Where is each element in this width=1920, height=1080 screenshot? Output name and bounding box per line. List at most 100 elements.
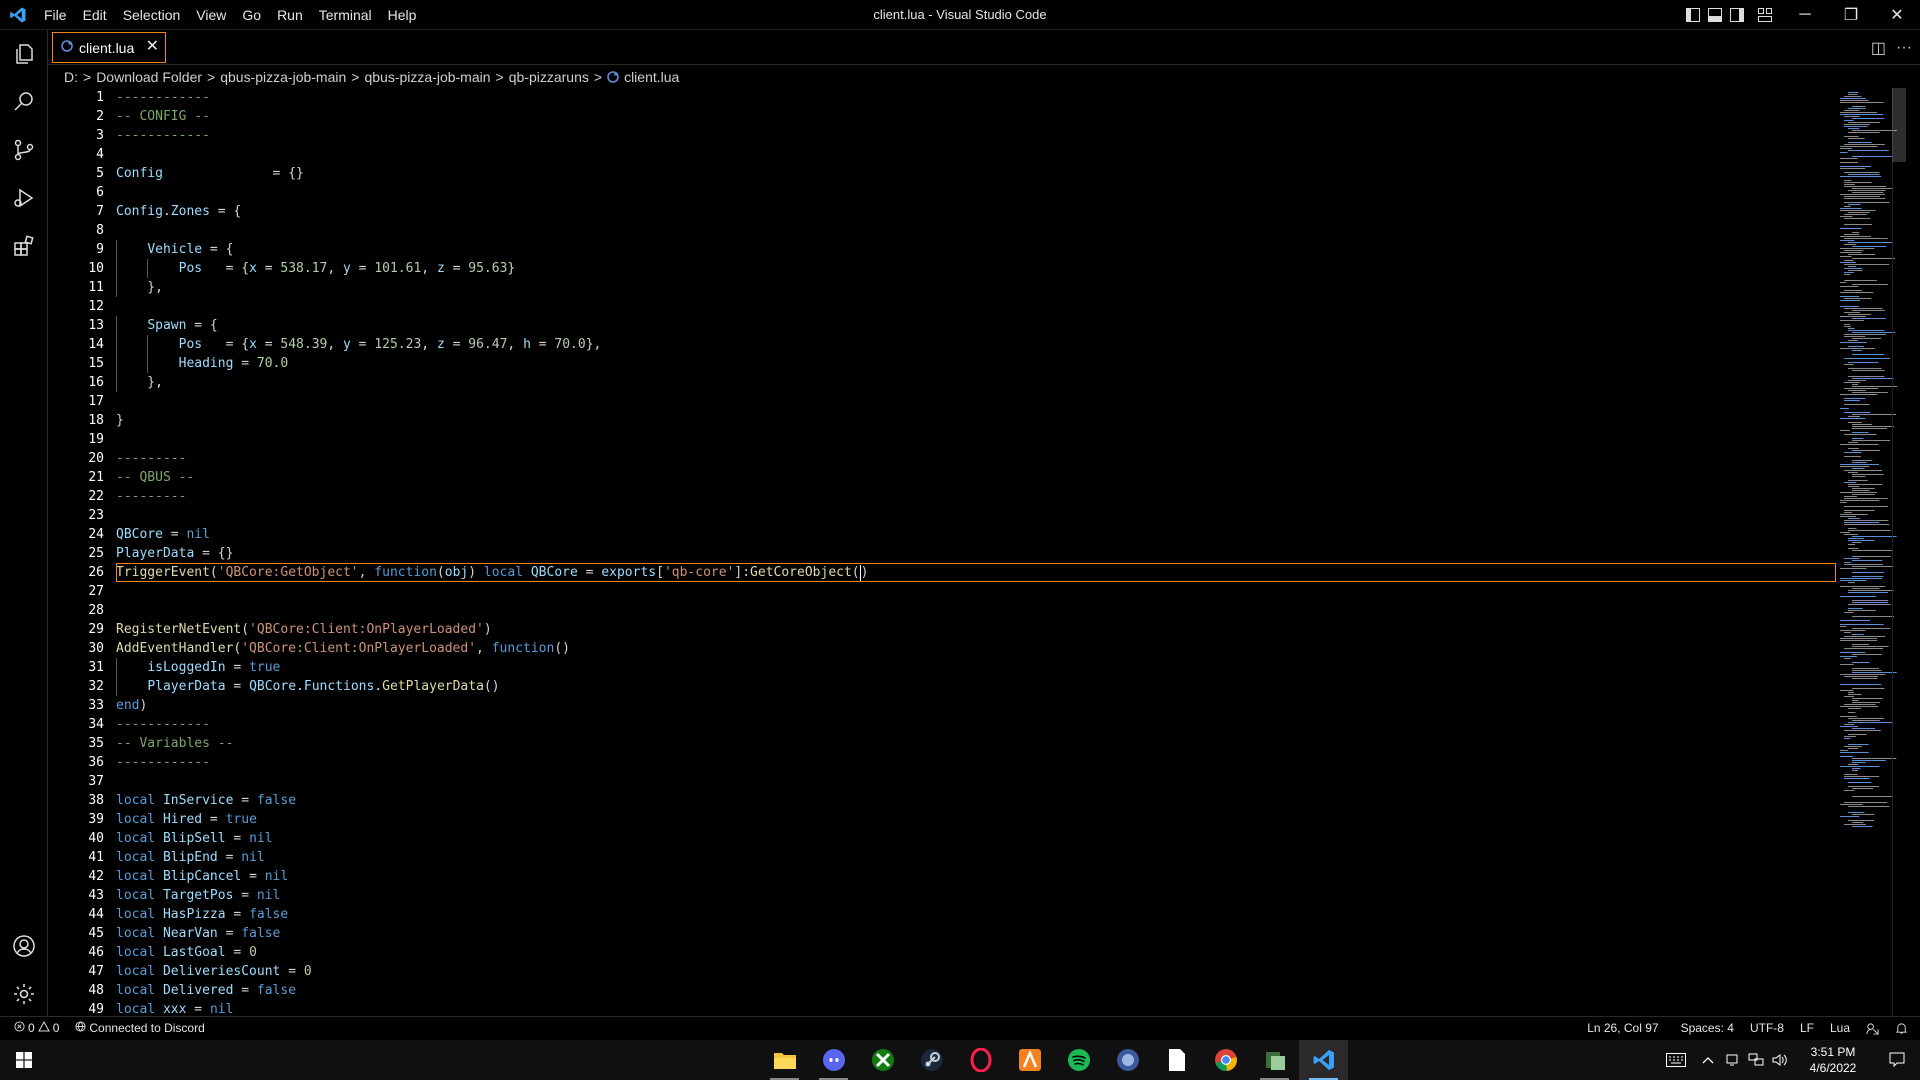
menu-help[interactable]: Help [380,0,425,30]
vertical-scrollbar[interactable] [1892,88,1906,1016]
code-line[interactable]: Pos = {x = 548.39, y = 125.23, z = 96.47… [116,335,1836,354]
encoding[interactable]: UTF-8 [1742,1017,1792,1039]
chrome-icon[interactable] [1201,1040,1250,1080]
code-line[interactable]: local Hired = true [116,810,1836,829]
menu-terminal[interactable]: Terminal [311,0,380,30]
cursor-position[interactable]: Ln 26, Col 97 [1579,1017,1672,1039]
code-line[interactable]: Spawn = { [116,316,1836,335]
app-icon[interactable] [1103,1040,1152,1080]
close-window-button[interactable]: ✕ [1874,0,1920,30]
code-line[interactable]: local TargetPos = nil [116,886,1836,905]
code-line[interactable]: } [116,411,1836,430]
chevron-up-icon[interactable] [1696,1040,1720,1080]
customize-layout-icon[interactable] [1748,0,1782,30]
code-line[interactable]: RegisterNetEvent('QBCore:Client:OnPlayer… [116,620,1836,639]
scrollbar-thumb[interactable] [1892,88,1906,162]
code-line[interactable]: local BlipEnd = nil [116,848,1836,867]
discord-status[interactable]: Connected to Discord [67,1017,212,1039]
settings-gear-icon[interactable] [0,970,48,1018]
code-line[interactable]: local Delivered = false [116,981,1836,1000]
action-center-icon[interactable] [1874,1040,1920,1080]
spotify-icon[interactable] [1054,1040,1103,1080]
code-line[interactable]: local NearVan = false [116,924,1836,943]
app-icon[interactable] [1250,1040,1299,1080]
code-editor[interactable]: 1 2 3 4 5 6 7 8 9 10 11 12 13 14 15 16 17 18 19 20 21 22 23 24 2… [48,88,1906,1016]
breadcrumb-item[interactable]: qb-pizzaruns [509,69,589,85]
live-share-icon[interactable] [1858,1017,1887,1039]
code-line[interactable] [116,297,1836,316]
steam-icon[interactable] [907,1040,956,1080]
code-line[interactable]: Config = {} [116,164,1836,183]
network-icon[interactable] [1744,1040,1768,1080]
file-explorer-icon[interactable] [760,1040,809,1080]
code-line[interactable]: PlayerData = {} [116,544,1836,563]
menu-go[interactable]: Go [234,0,269,30]
code-line[interactable] [116,392,1836,411]
code-line[interactable]: local DeliveriesCount = 0 [116,962,1836,981]
code-line[interactable]: TriggerEvent('QBCore:GetObject', functio… [116,563,1836,582]
code-line[interactable] [116,430,1836,449]
menu-run[interactable]: Run [269,0,311,30]
vscode-icon[interactable] [1299,1040,1348,1080]
code-line[interactable]: Config.Zones = { [116,202,1836,221]
code-line[interactable]: local BlipCancel = nil [116,867,1836,886]
code-line[interactable]: AddEventHandler('QBCore:Client:OnPlayerL… [116,639,1836,658]
code-line[interactable]: QBCore = nil [116,525,1836,544]
breadcrumb-item[interactable]: qbus-pizza-job-main [220,69,346,85]
source-control-icon[interactable] [0,126,48,174]
notifications-bell-icon[interactable] [1887,1017,1920,1039]
extensions-icon[interactable] [0,222,48,270]
code-line[interactable] [116,772,1836,791]
breadcrumb-item[interactable]: qbus-pizza-job-main [364,69,490,85]
xbox-icon[interactable] [858,1040,907,1080]
indentation[interactable]: Spaces: 4 [1673,1017,1742,1039]
tab-client-lua[interactable]: client.lua ✕ [52,32,166,63]
code-line[interactable] [116,506,1836,525]
code-line[interactable]: local InService = false [116,791,1836,810]
maximize-button[interactable]: ❐ [1828,0,1874,30]
code-line[interactable]: }, [116,278,1836,297]
run-debug-icon[interactable] [0,174,48,222]
code-line[interactable]: Pos = {x = 538.17, y = 101.61, z = 95.63… [116,259,1836,278]
code-line[interactable]: ------------ [116,753,1836,772]
code-line[interactable]: end) [116,696,1836,715]
code-line[interactable]: ------------ [116,126,1836,145]
tab-close-button[interactable]: ✕ [146,38,159,56]
app-icon[interactable] [1005,1040,1054,1080]
menu-selection[interactable]: Selection [115,0,189,30]
code-line[interactable]: PlayerData = QBCore.Functions.GetPlayerD… [116,677,1836,696]
menu-view[interactable]: View [188,0,234,30]
toggle-panel-icon[interactable] [1704,0,1726,30]
minimize-button[interactable]: ─ [1782,0,1828,30]
breadcrumb-item[interactable]: D: [64,69,78,85]
code-line[interactable] [116,582,1836,601]
code-line[interactable]: -- CONFIG -- [116,107,1836,126]
code-line[interactable]: -- Variables -- [116,734,1836,753]
code-line[interactable]: --------- [116,449,1836,468]
keyboard-icon[interactable] [1656,1040,1696,1080]
notepad-icon[interactable] [1152,1040,1201,1080]
language-mode[interactable]: Lua [1822,1017,1858,1039]
code-line[interactable]: local LastGoal = 0 [116,943,1836,962]
code-line[interactable]: }, [116,373,1836,392]
problems-indicator[interactable]: 0 0 [0,1017,67,1039]
toggle-secondary-sidebar-icon[interactable] [1726,0,1748,30]
menu-edit[interactable]: Edit [75,0,115,30]
code-line[interactable]: local HasPizza = false [116,905,1836,924]
clock[interactable]: 3:51 PM 4/6/2022 [1792,1044,1874,1076]
accounts-icon[interactable] [0,922,48,970]
toggle-primary-sidebar-icon[interactable] [1682,0,1704,30]
opera-gx-icon[interactable] [956,1040,1005,1080]
breadcrumb-item[interactable]: Download Folder [96,69,202,85]
breadcrumb-item[interactable]: client.lua [624,69,679,85]
split-editor-icon[interactable]: ◫ [1871,38,1886,58]
code-line[interactable]: ------------ [116,715,1836,734]
more-actions-icon[interactable]: ··· [1896,39,1912,57]
menu-file[interactable]: File [36,0,75,30]
discord-icon[interactable] [809,1040,858,1080]
windows-start-icon[interactable] [0,1040,48,1080]
code-line[interactable]: ------------ [116,88,1836,107]
code-line[interactable] [116,601,1836,620]
code-line[interactable]: local xxx = nil [116,1000,1836,1016]
search-icon[interactable] [0,78,48,126]
